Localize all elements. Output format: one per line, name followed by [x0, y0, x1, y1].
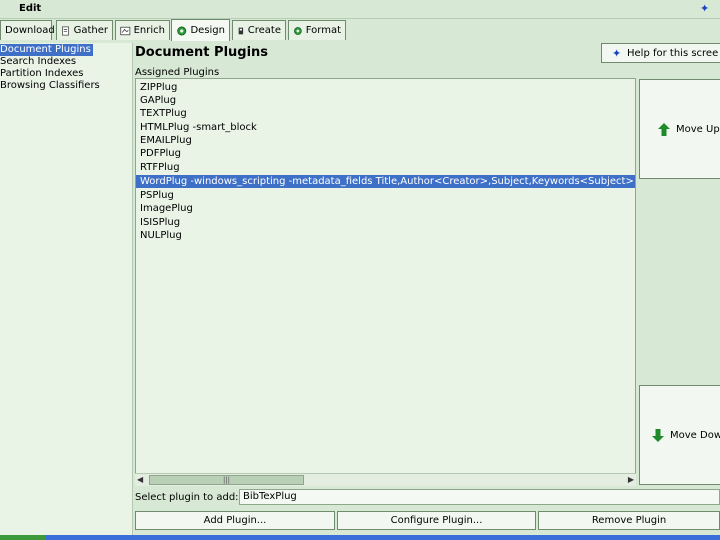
- list-item[interactable]: RTFPlug: [136, 161, 635, 174]
- tab-download[interactable]: Download: [0, 20, 55, 40]
- design-tree: Document Plugins Search Indexes Partitio…: [0, 43, 133, 535]
- list-item[interactable]: TEXTPlug: [136, 107, 635, 120]
- assigned-plugins-label: Assigned Plugins: [135, 67, 220, 78]
- tab-download-label: Download: [5, 25, 55, 36]
- tree-item-partition-indexes[interactable]: Partition Indexes: [0, 68, 83, 80]
- help-icon: ✦: [612, 46, 622, 60]
- tab-enrich[interactable]: Enrich: [115, 20, 170, 40]
- help-button-label: Help for this scree: [627, 47, 719, 59]
- horizontal-scrollbar[interactable]: ◀ ||| ▶: [135, 473, 636, 486]
- list-item[interactable]: NULPlug: [136, 229, 635, 242]
- select-plugin-label: Select plugin to add:: [135, 492, 239, 503]
- move-down-label: Move Dow: [670, 429, 720, 441]
- list-item[interactable]: ISISPlug: [136, 216, 635, 229]
- move-up-label: Move Up: [676, 123, 720, 135]
- document-plugins-panel: Document Plugins ✦ Help for this scree A…: [134, 43, 720, 535]
- tab-design-label: Design: [190, 25, 225, 36]
- list-item-selected[interactable]: WordPlug -windows_scripting -metadata_fi…: [136, 175, 635, 188]
- plugin-list[interactable]: ZIPPlug GAPlug TEXTPlug HTMLPlug -smart_…: [135, 78, 636, 486]
- menu-bar: Edit ✦: [0, 0, 720, 19]
- list-item[interactable]: ZIPPlug: [136, 81, 635, 94]
- tab-format[interactable]: Format: [288, 20, 346, 40]
- list-item[interactable]: GAPlug: [136, 94, 635, 107]
- tab-format-label: Format: [305, 25, 341, 36]
- add-plugin-button[interactable]: Add Plugin...: [135, 511, 335, 530]
- move-down-button[interactable]: Move Dow: [639, 385, 720, 485]
- list-item[interactable]: PSPlug: [136, 189, 635, 202]
- create-icon: [238, 27, 244, 34]
- scrollbar-thumb[interactable]: |||: [149, 475, 304, 485]
- configure-plugin-button[interactable]: Configure Plugin...: [337, 511, 536, 530]
- tree-item-search-indexes[interactable]: Search Indexes: [0, 56, 76, 68]
- tree-item-document-plugins[interactable]: Document Plugins: [0, 44, 93, 56]
- tab-gather-label: Gather: [73, 25, 108, 36]
- gather-icon: [62, 26, 69, 35]
- help-button[interactable]: ✦ Help for this scree: [601, 43, 720, 63]
- arrow-up-icon: [658, 122, 670, 136]
- arrow-down-icon: [652, 428, 664, 442]
- gear-icon: [294, 26, 302, 35]
- list-item[interactable]: EMAILPlug: [136, 134, 635, 147]
- list-item[interactable]: PDFPlug: [136, 147, 635, 160]
- page-title: Document Plugins: [135, 45, 269, 60]
- taskbar: [0, 535, 720, 540]
- start-button[interactable]: [0, 535, 46, 540]
- list-item[interactable]: ImagePlug: [136, 202, 635, 215]
- move-up-button[interactable]: Move Up: [639, 79, 720, 179]
- tab-create-label: Create: [247, 25, 281, 36]
- list-item[interactable]: HTMLPlug -smart_block: [136, 121, 635, 134]
- tab-design[interactable]: Design: [171, 19, 230, 41]
- tab-enrich-label: Enrich: [133, 25, 165, 36]
- gear-icon: [177, 25, 187, 36]
- scroll-right-icon[interactable]: ▶: [624, 475, 634, 485]
- remove-plugin-button[interactable]: Remove Plugin: [538, 511, 720, 530]
- tree-item-browsing-classifiers[interactable]: Browsing Classifiers: [0, 80, 100, 92]
- help-corner-icon[interactable]: ✦: [700, 2, 714, 16]
- menu-edit[interactable]: Edit: [19, 3, 41, 14]
- tab-gather[interactable]: Gather: [56, 20, 113, 40]
- tab-bar: Download Gather Enrich Design Create For…: [0, 19, 720, 41]
- scroll-left-icon[interactable]: ◀: [137, 475, 147, 485]
- enrich-icon: [120, 26, 131, 35]
- tab-create[interactable]: Create: [232, 20, 286, 40]
- plugin-select[interactable]: BibTexPlug: [239, 489, 720, 505]
